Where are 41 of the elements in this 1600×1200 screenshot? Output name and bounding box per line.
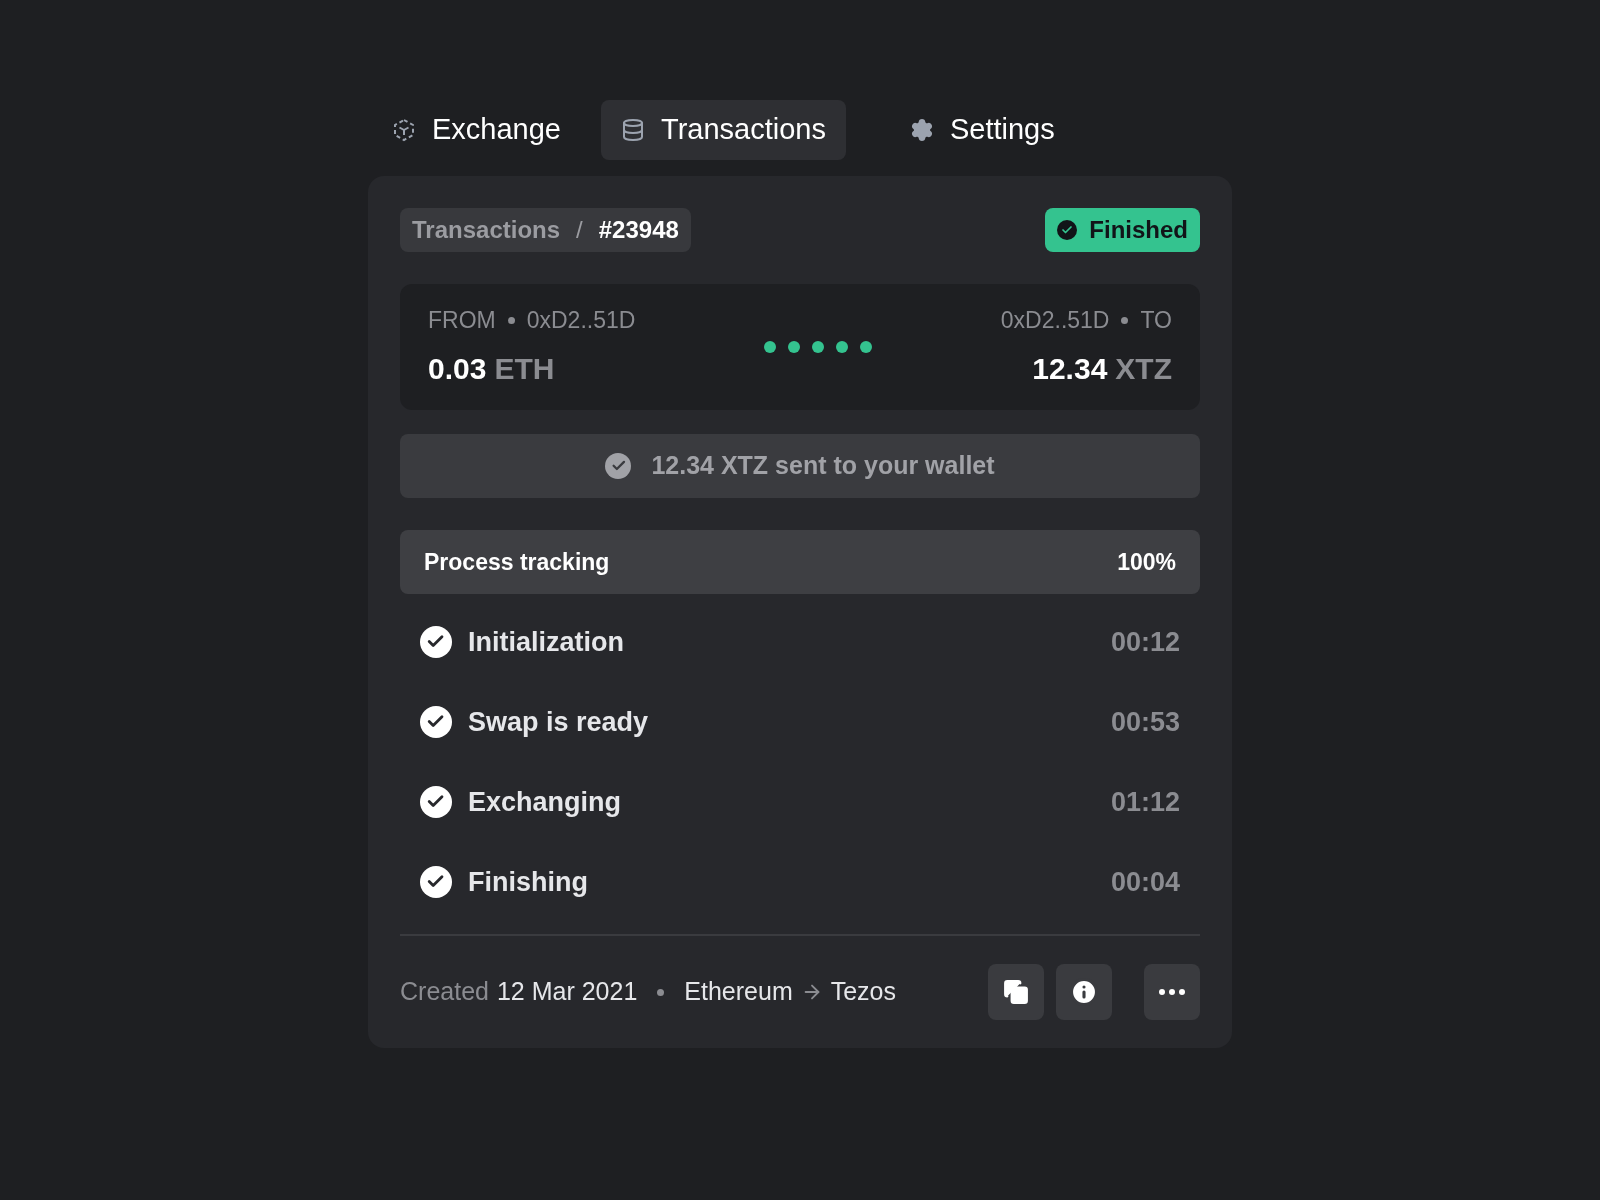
- from-amount: 0.03: [428, 350, 487, 387]
- database-icon: [621, 118, 645, 142]
- tracking-percent: 100%: [1117, 547, 1176, 577]
- status-badge: Finished: [1045, 208, 1200, 252]
- breadcrumb-link[interactable]: Transactions: [412, 212, 561, 248]
- settings-icon: [909, 118, 934, 142]
- info-button[interactable]: [1056, 964, 1112, 1020]
- step-time: 00:04: [1110, 865, 1180, 899]
- to-amount: 12.34: [1032, 350, 1108, 387]
- from-label: FROM: [428, 306, 496, 336]
- cube-icon: [392, 118, 416, 142]
- more-button[interactable]: [1144, 964, 1200, 1020]
- copy-icon: [1003, 979, 1029, 1005]
- tracking-title: Process tracking: [424, 547, 610, 577]
- step-label: Finishing: [468, 865, 588, 899]
- dot-separator-icon: [1121, 317, 1129, 324]
- breadcrumb-separator: /: [576, 215, 583, 245]
- from-currency: ETH: [494, 350, 555, 387]
- nav-tab[interactable]: Settings: [889, 100, 1075, 160]
- dot-separator-icon: [507, 317, 515, 324]
- to-address: 0xD2..51D: [1000, 306, 1110, 336]
- step-time: 00:53: [1110, 705, 1180, 739]
- dot-separator-icon: [657, 988, 665, 996]
- step-time: 01:12: [1110, 785, 1180, 819]
- more-icon: [1159, 989, 1185, 995]
- from-network: Ethereum: [684, 976, 793, 1008]
- notice-text: 12.34 XTZ sent to your wallet: [651, 450, 995, 482]
- breadcrumb-current: #23948: [598, 215, 679, 245]
- from-address: 0xD2..51D: [526, 306, 636, 336]
- to-currency: XTZ: [1115, 350, 1172, 387]
- nav-tab[interactable]: Exchange: [372, 100, 581, 160]
- to-label: TO: [1140, 306, 1172, 336]
- step-label: Swap is ready: [468, 705, 649, 739]
- created-date: 12 Mar 2021: [496, 976, 638, 1008]
- created-label: Created: [400, 976, 489, 1008]
- copy-button[interactable]: [988, 964, 1044, 1020]
- to-network: Tezos: [830, 976, 897, 1008]
- step-label: Initialization: [468, 625, 624, 659]
- step-label: Exchanging: [468, 785, 622, 819]
- step-time: 00:12: [1110, 625, 1180, 659]
- nav-tab[interactable]: Transactions: [601, 100, 846, 160]
